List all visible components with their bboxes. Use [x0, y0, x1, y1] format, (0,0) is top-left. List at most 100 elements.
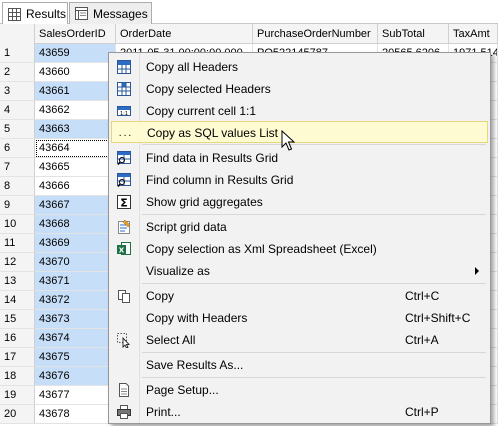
menu-item-print[interactable]: Print... Ctrl+P — [111, 401, 488, 423]
menu-item-copy-with-headers[interactable]: Copy with Headers Ctrl+Shift+C — [111, 307, 488, 329]
column-header[interactable]: SubTotal — [378, 24, 449, 44]
row-number[interactable]: 16 — [0, 329, 35, 348]
mouse-cursor-icon — [281, 130, 295, 151]
menu-item-copy-all-headers[interactable]: Copy all Headers — [111, 56, 488, 78]
menu-item-copy[interactable]: Copy Ctrl+C — [111, 285, 488, 307]
messages-icon — [75, 7, 88, 20]
menu-item-copy-selected-headers[interactable]: Copy selected Headers — [111, 78, 488, 100]
cell-sales-order-id[interactable]: 43663 — [35, 120, 116, 139]
menu-item-label: Show grid aggregates — [146, 195, 263, 209]
cell-sales-order-id[interactable]: 43675 — [35, 348, 116, 367]
menu-item-shortcut: Ctrl+Shift+C — [405, 311, 471, 325]
svg-text:(...): (...) — [117, 129, 133, 138]
menu-item-find-column[interactable]: Find column in Results Grid — [111, 169, 488, 191]
row-number[interactable]: 11 — [0, 234, 35, 253]
cell-sales-order-id[interactable]: 43678 — [35, 405, 116, 424]
sigma-icon: Σ — [117, 195, 131, 210]
row-number[interactable]: 20 — [0, 405, 35, 424]
cell-sales-order-id[interactable]: 43672 — [35, 291, 116, 310]
menu-item-copy-as-sql-values-list[interactable]: (...) Copy as SQL values List — [111, 121, 488, 143]
row-number[interactable]: 15 — [0, 310, 35, 329]
menu-item-label: Copy selected Headers — [146, 82, 271, 96]
menu-separator — [142, 144, 486, 145]
menu-item-label: Copy with Headers — [146, 311, 248, 325]
cell-sales-order-id[interactable]: 43670 — [35, 253, 116, 272]
row-number[interactable]: 1 — [0, 44, 35, 63]
menu-item-page-setup[interactable]: Page Setup... — [111, 379, 488, 401]
cell-sales-order-id[interactable]: 43659 — [35, 44, 116, 63]
column-header[interactable]: OrderDate — [116, 24, 253, 44]
column-header[interactable]: SalesOrderID — [35, 24, 116, 44]
menu-item-shortcut: Ctrl+A — [405, 333, 439, 347]
menu-item-label: Select All — [146, 333, 196, 347]
menu-item-label: Copy all Headers — [146, 60, 239, 74]
excel-icon: X — [117, 242, 131, 255]
select-all-icon — [117, 333, 130, 348]
row-number[interactable]: 17 — [0, 348, 35, 367]
cell-sales-order-id[interactable]: 43665 — [35, 158, 116, 177]
cell-sales-order-id[interactable]: 43669 — [35, 234, 116, 253]
menu-item-label: Save Results As... — [146, 358, 244, 372]
menu-item-label: Copy selection as Xml Spreadsheet (Excel… — [146, 242, 377, 256]
grid-corner[interactable] — [0, 24, 35, 44]
menu-item-label: Copy as SQL values List — [147, 126, 278, 140]
copy-selected-headers-icon — [117, 82, 131, 96]
menu-separator — [142, 283, 486, 284]
cell-sales-order-id[interactable]: 43662 — [35, 101, 116, 120]
cell-sales-order-id[interactable]: 43671 — [35, 272, 116, 291]
cell-sales-order-id[interactable]: 43661 — [35, 82, 116, 101]
row-number[interactable]: 9 — [0, 196, 35, 215]
svg-text:Σ: Σ — [120, 197, 128, 210]
row-number[interactable]: 8 — [0, 177, 35, 196]
tab-results[interactable]: Results — [2, 2, 68, 25]
cell-sales-order-id[interactable]: 43660 — [35, 63, 116, 82]
page-setup-icon — [119, 383, 129, 397]
menu-item-label: Find data in Results Grid — [146, 151, 279, 165]
copy-current-cell-icon: 1:1 — [117, 106, 131, 117]
tab-messages[interactable]: Messages — [69, 2, 152, 24]
cell-sales-order-id[interactable]: 43666 — [35, 177, 116, 196]
menu-item-show-grid-aggregates[interactable]: Σ Show grid aggregates — [111, 191, 488, 213]
cell-sales-order-id[interactable]: 43667 — [35, 196, 116, 215]
menu-item-find-data[interactable]: Find data in Results Grid — [111, 147, 488, 169]
menu-item-label: Script grid data — [146, 220, 227, 234]
row-number[interactable]: 12 — [0, 253, 35, 272]
menu-item-label: Print... — [146, 405, 181, 419]
row-number[interactable]: 19 — [0, 386, 35, 405]
menu-item-script-grid-data[interactable]: Script grid data — [111, 216, 488, 238]
svg-text:1:1: 1:1 — [120, 111, 128, 117]
menu-item-copy-xml-spreadsheet[interactable]: X Copy selection as Xml Spreadsheet (Exc… — [111, 238, 488, 260]
script-icon — [118, 219, 131, 234]
menu-item-label: Page Setup... — [146, 383, 219, 397]
cell-sales-order-id[interactable]: 43677 — [35, 386, 116, 405]
row-number[interactable]: 18 — [0, 367, 35, 386]
cell-sales-order-id[interactable]: 43674 — [35, 329, 116, 348]
copy-all-headers-icon — [117, 60, 131, 74]
find-column-icon — [117, 173, 131, 187]
row-number[interactable]: 4 — [0, 101, 35, 120]
row-number[interactable]: 3 — [0, 82, 35, 101]
column-header[interactable]: PurchaseOrderNumber — [253, 24, 378, 44]
row-number[interactable]: 7 — [0, 158, 35, 177]
menu-item-shortcut: Ctrl+C — [405, 289, 440, 303]
row-number[interactable]: 13 — [0, 272, 35, 291]
row-number[interactable]: 14 — [0, 291, 35, 310]
row-number[interactable]: 6 — [0, 139, 35, 158]
menu-item-copy-current-cell[interactable]: 1:1 Copy current cell 1:1 — [111, 100, 488, 122]
submenu-arrow-icon — [475, 267, 479, 275]
menu-separator — [142, 352, 486, 353]
copy-icon — [118, 290, 130, 303]
cell-sales-order-id[interactable]: 43676 — [35, 367, 116, 386]
row-number[interactable]: 10 — [0, 215, 35, 234]
cell-sales-order-id[interactable]: 43668 — [35, 215, 116, 234]
menu-item-label: Copy current cell 1:1 — [146, 104, 257, 118]
cell-sales-order-id[interactable]: 43673 — [35, 310, 116, 329]
row-number[interactable]: 2 — [0, 63, 35, 82]
menu-separator — [142, 214, 486, 215]
column-header[interactable]: TaxAmt — [449, 24, 498, 44]
menu-item-visualize-as[interactable]: Visualize as — [111, 260, 488, 282]
cell-sales-order-id[interactable]: 43664 — [35, 139, 116, 158]
menu-item-save-results-as[interactable]: Save Results As... — [111, 354, 488, 376]
menu-item-select-all[interactable]: Select All Ctrl+A — [111, 329, 488, 351]
row-number[interactable]: 5 — [0, 120, 35, 139]
